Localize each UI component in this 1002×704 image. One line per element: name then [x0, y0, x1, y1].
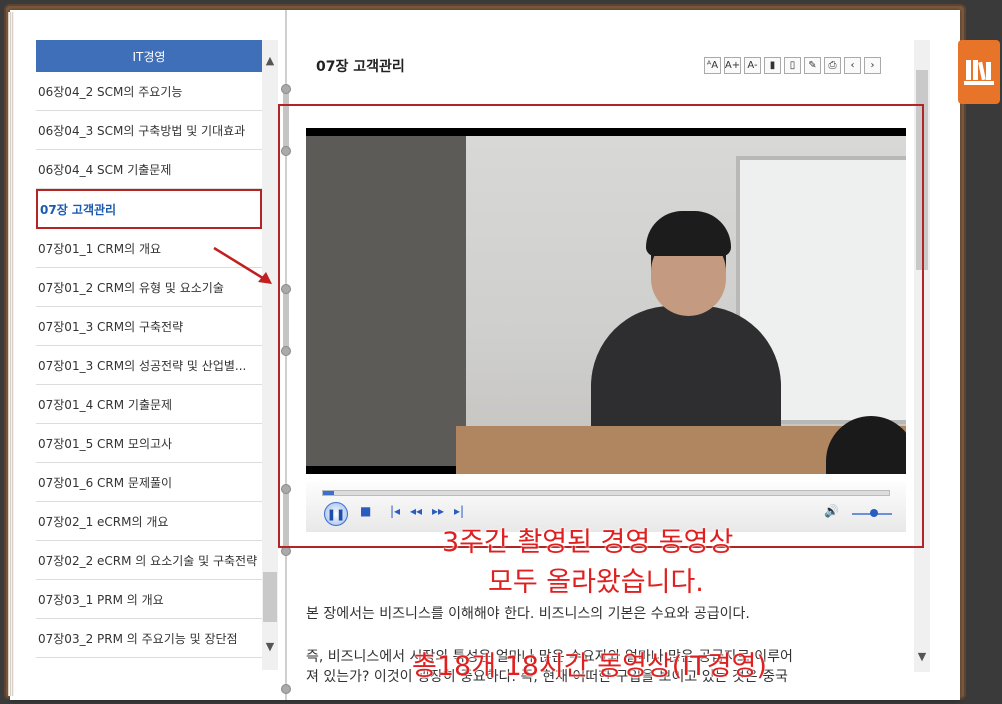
memo-icon[interactable]: ✎	[804, 57, 821, 74]
font-decrease-icon[interactable]: A-	[744, 57, 761, 74]
toc-item[interactable]: 06장04_4 SCM 기출문제	[36, 150, 262, 189]
toc-item[interactable]: 07장01_4 CRM 기출문제	[36, 385, 262, 424]
video-highlight-box	[278, 104, 924, 548]
toc-item[interactable]: 06장04_3 SCM의 구축방법 및 기대효과	[36, 111, 262, 150]
font-reset-icon[interactable]: ᴬA	[704, 57, 721, 74]
page-edges	[8, 12, 14, 696]
scroll-down-icon[interactable]: ▼	[262, 640, 278, 656]
prev-page-icon[interactable]: ‹	[844, 57, 861, 74]
toc-item[interactable]: 06장04_2 SCM의 주요기능	[36, 72, 262, 111]
reader-toolbar: ᴬA A+ A- ▮ ▯ ✎ ⎙ ‹ ›	[704, 57, 881, 74]
toc-item[interactable]: 07장01_6 CRM 문제풀이	[36, 463, 262, 502]
toc-item[interactable]: 07장03_2 PRM 의 주요기능 및 장단점	[36, 619, 262, 658]
bookshelf-button[interactable]	[958, 40, 1000, 104]
scroll-up-icon[interactable]: ▲	[262, 54, 278, 70]
toc-list: 06장04_2 SCM의 주요기능 06장04_3 SCM의 구축방법 및 기대효…	[36, 72, 262, 658]
bookshelf-icon	[964, 60, 994, 85]
toc-header: IT경영	[36, 40, 262, 72]
overlay-caption-2: 모두 올라왔습니다.	[488, 567, 704, 598]
bookmark-list-icon[interactable]: ▯	[784, 57, 801, 74]
toc-item[interactable]: 07장03_1 PRM 의 개요	[36, 580, 262, 619]
binding-ring	[281, 84, 291, 94]
toc-item[interactable]: 07장01_3 CRM의 성공전략 및 산업별...	[36, 346, 262, 385]
binding-ring	[281, 684, 291, 694]
scroll-down-icon[interactable]: ▼	[914, 650, 930, 663]
bookmark-icon[interactable]: ▮	[764, 57, 781, 74]
next-page-icon[interactable]: ›	[864, 57, 881, 74]
toc-item[interactable]: 07장02_2 eCRM 의 요소기술 및 구축전략	[36, 541, 262, 580]
toc-item-active[interactable]: 07장 고객관리	[36, 189, 262, 229]
font-increase-icon[interactable]: A+	[724, 57, 741, 74]
overlay-caption-1: 3주간 촬영된 경영 동영상	[442, 527, 734, 558]
chapter-title: 07장 고객관리	[316, 59, 405, 75]
content-paragraph: 본 장에서는 비즈니스를 이해해야 한다. 비즈니스의 기본은 수요와 공급이다…	[306, 606, 750, 622]
print-icon[interactable]: ⎙	[824, 57, 841, 74]
annotation-arrow-icon	[213, 246, 272, 284]
toc-scroll-thumb[interactable]	[263, 572, 277, 622]
toc-item[interactable]: 07장01_5 CRM 모의고사	[36, 424, 262, 463]
toc-item[interactable]: 07장02_1 eCRM의 개요	[36, 502, 262, 541]
overlay-caption-3: 총18개 18시간 동영상(IT경영)	[412, 651, 767, 682]
table-of-contents: IT경영 06장04_2 SCM의 주요기능 06장04_3 SCM의 구축방법 …	[36, 40, 262, 670]
toc-item[interactable]: 07장01_3 CRM의 구축전략	[36, 307, 262, 346]
toc-scrollbar[interactable]: ▲ ▼	[262, 40, 278, 670]
